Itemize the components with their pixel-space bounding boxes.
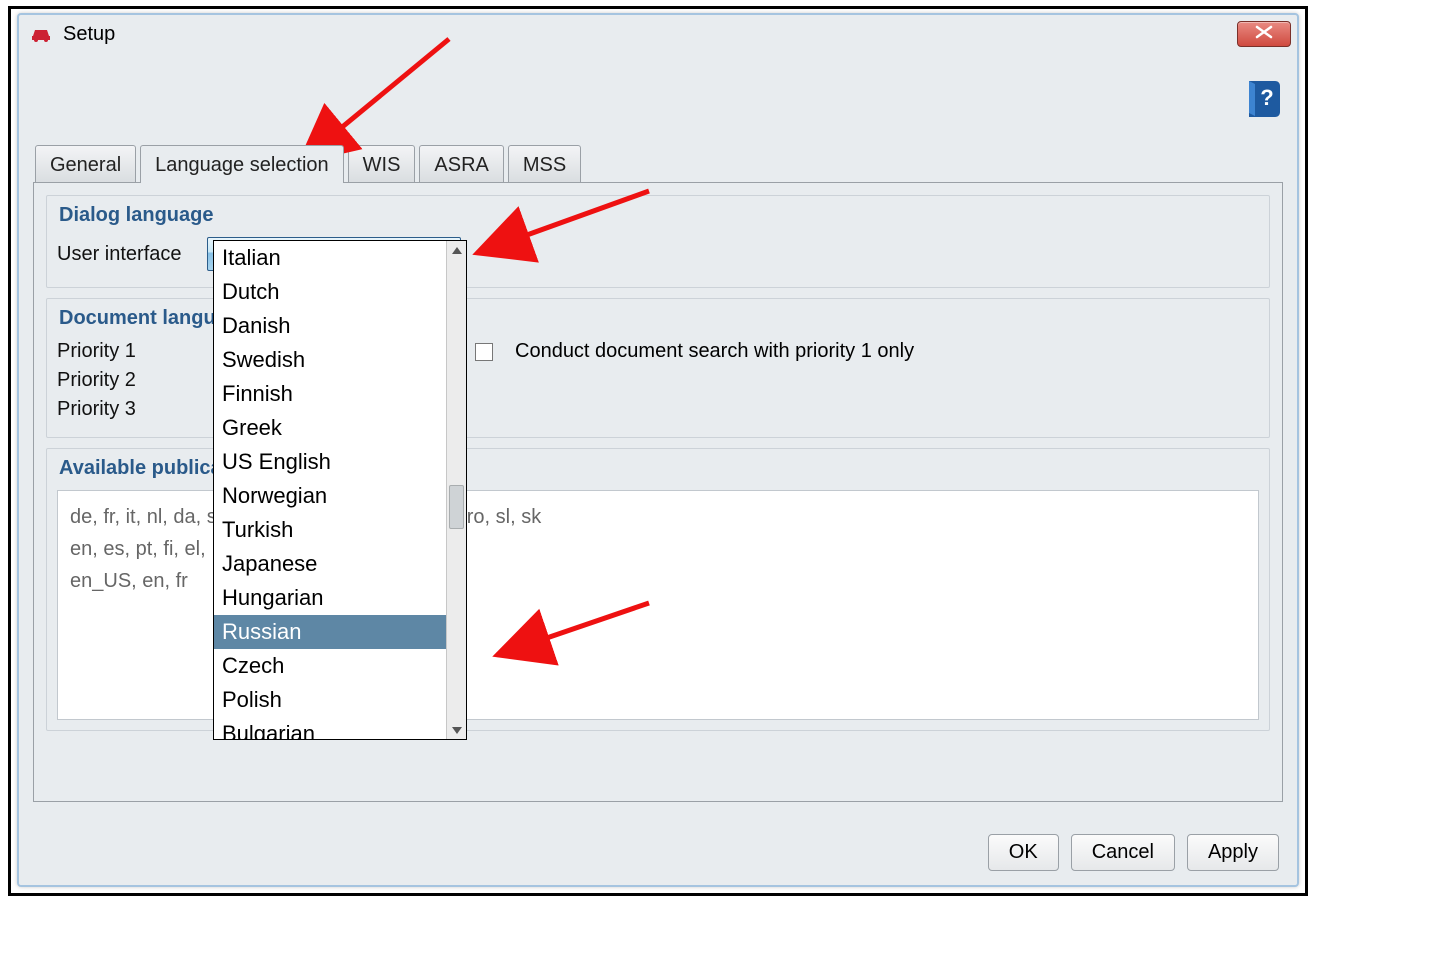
dropdown-scrollbar[interactable] [446, 241, 466, 739]
dropdown-item[interactable]: Greek [214, 411, 466, 445]
priority1-only-label: Conduct document search with priority 1 … [515, 340, 914, 363]
dropdown-item[interactable]: Hungarian [214, 581, 466, 615]
svg-text:?: ? [1260, 85, 1273, 110]
dropdown-item[interactable]: Norwegian [214, 479, 466, 513]
chevron-down-icon [452, 727, 462, 734]
dropdown-item[interactable]: US English [214, 445, 466, 479]
help-button[interactable]: ? [1241, 75, 1287, 121]
dropdown-item[interactable]: Italian [214, 241, 466, 275]
pub-line1-left: de, fr, it, nl, da, s [70, 506, 217, 528]
user-interface-dropdown[interactable]: ItalianDutchDanishSwedishFinnishGreekUS … [213, 240, 467, 740]
language-selection-panel: Dialog language User interface English I… [33, 182, 1283, 802]
priority1-only-checkbox[interactable] [475, 343, 493, 361]
dropdown-item[interactable]: Dutch [214, 275, 466, 309]
tab-language-selection[interactable]: Language selection [140, 145, 343, 183]
help-book-icon: ? [1241, 108, 1287, 125]
dropdown-item[interactable]: Bulgarian [214, 717, 466, 739]
scrollbar-thumb[interactable] [449, 485, 464, 529]
tab-wis[interactable]: WIS [348, 145, 416, 183]
tab-mss[interactable]: MSS [508, 145, 581, 183]
tab-asra[interactable]: ASRA [419, 145, 503, 183]
dropdown-item[interactable]: Finnish [214, 377, 466, 411]
dropdown-item[interactable]: Japanese [214, 547, 466, 581]
cancel-button[interactable]: Cancel [1071, 834, 1175, 871]
dropdown-item[interactable]: Swedish [214, 343, 466, 377]
scroll-up-button[interactable] [447, 241, 466, 259]
window-title: Setup [63, 23, 115, 46]
dialog-language-group: Dialog language User interface English I… [46, 195, 1270, 288]
dropdown-item[interactable]: Russian [214, 615, 466, 649]
setup-window: Setup ? General Language selection WIS A… [17, 13, 1299, 887]
user-interface-label: User interface [57, 243, 193, 266]
ok-button[interactable]: OK [988, 834, 1059, 871]
chevron-up-icon [452, 247, 462, 254]
title-bar: Setup [19, 15, 1297, 53]
priority2-label: Priority 2 [57, 369, 193, 392]
dropdown-item[interactable]: Polish [214, 683, 466, 717]
priority3-label: Priority 3 [57, 398, 193, 421]
priority1-label: Priority 1 [57, 340, 193, 363]
tabs: General Language selection WIS ASRA MSS [35, 145, 1283, 183]
dialog-footer: OK Cancel Apply [988, 834, 1279, 871]
car-icon [29, 22, 53, 46]
dialog-language-title: Dialog language [59, 204, 1259, 227]
tab-general[interactable]: General [35, 145, 136, 183]
scroll-down-button[interactable] [447, 721, 466, 739]
dropdown-item[interactable]: Czech [214, 649, 466, 683]
dropdown-item[interactable]: Danish [214, 309, 466, 343]
apply-button[interactable]: Apply [1187, 834, 1279, 871]
pub-line1-right: ro, sl, sk [467, 506, 541, 528]
close-icon [1254, 25, 1274, 44]
close-button[interactable] [1237, 21, 1291, 47]
dropdown-item[interactable]: Turkish [214, 513, 466, 547]
